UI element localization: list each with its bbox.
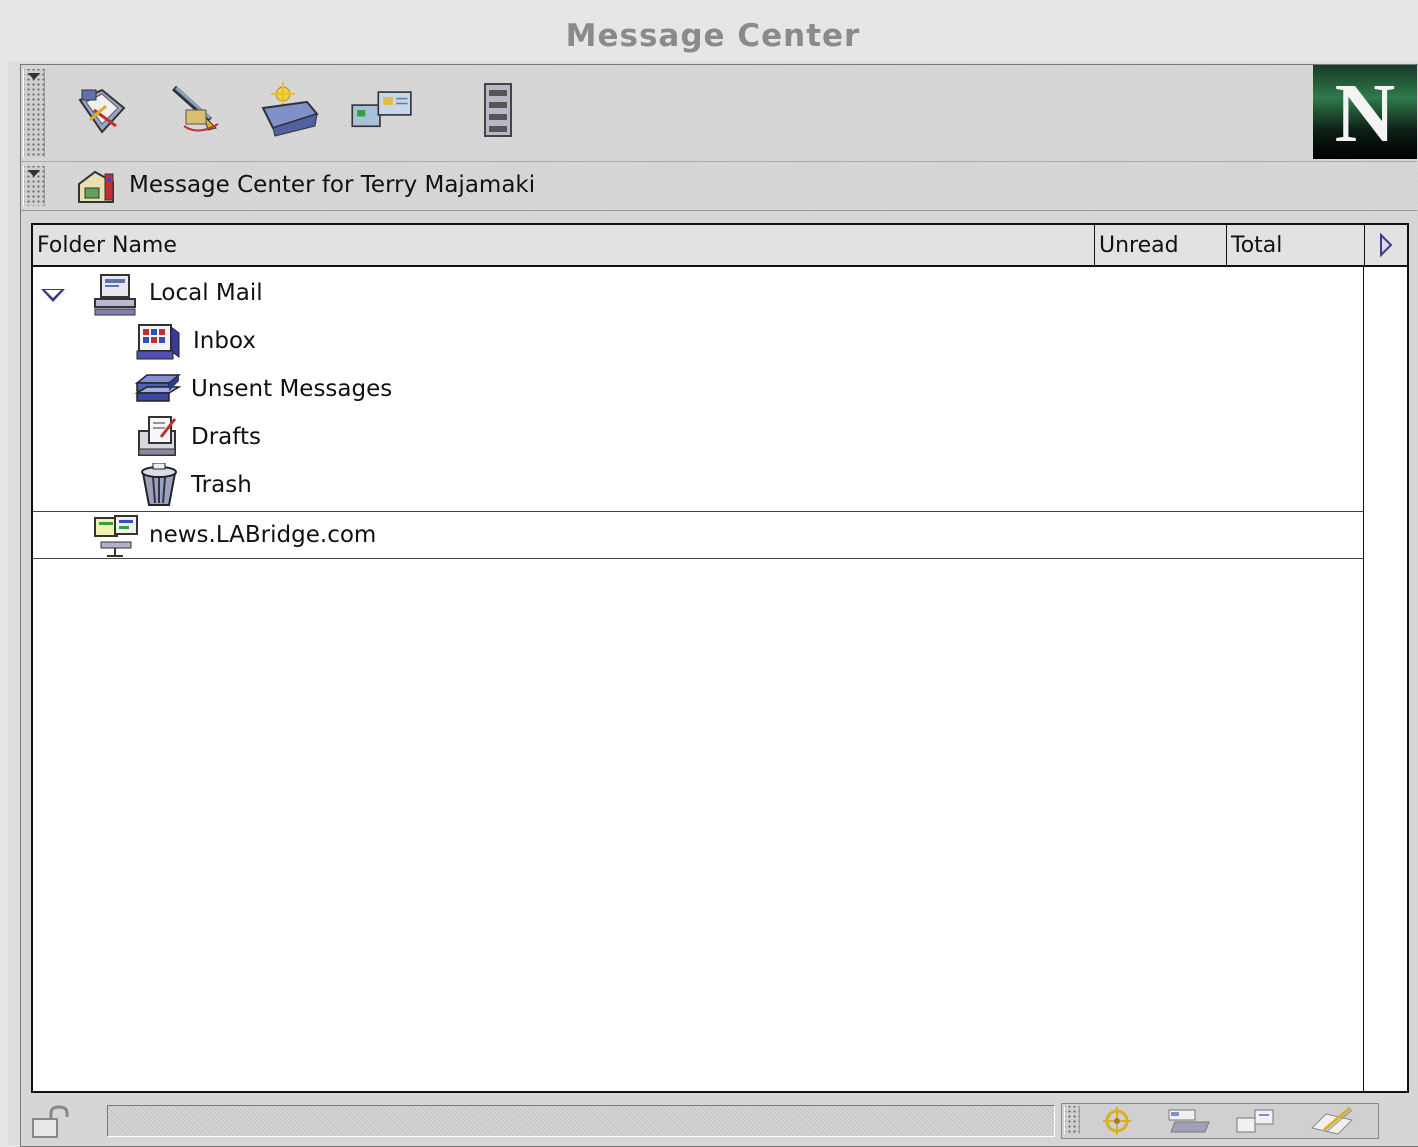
location-bar: Message Center for Terry Majamaki (21, 162, 1417, 211)
folder-label: Trash (191, 472, 252, 498)
newsgroups-button[interactable] (1232, 1106, 1282, 1136)
new-folder-button[interactable] (255, 77, 325, 143)
trash-icon (141, 463, 177, 506)
location-bar-grip[interactable] (23, 166, 45, 206)
column-label: Unread (1099, 232, 1179, 258)
message-center-window: Message Center N Message Center for Terr… (8, 10, 1418, 1147)
get-mail-button[interactable] (69, 77, 139, 143)
title-bar[interactable]: Message Center (8, 10, 1418, 62)
computer-icon (94, 274, 136, 316)
table-header: Folder Name Unread Total (33, 225, 1407, 267)
folder-row-local-mail[interactable]: Local Mail (33, 269, 1363, 317)
column-picker-button[interactable] (1365, 225, 1407, 265)
lock-icon[interactable] (29, 1105, 73, 1139)
folder-label: Drafts (191, 424, 261, 450)
status-bar (21, 1099, 1417, 1145)
column-divider (1363, 267, 1364, 1091)
folder-table: Folder Name Unread Total Local Mail Inbo… (31, 223, 1409, 1093)
logo-letter: N (1334, 67, 1396, 159)
navigator-button[interactable] (1092, 1106, 1142, 1136)
column-header-unread[interactable]: Unread (1095, 225, 1227, 265)
news-server-icon (94, 515, 138, 557)
address-book-button[interactable] (349, 77, 419, 143)
inbox-icon (136, 324, 180, 360)
arrow-right-icon (1380, 233, 1393, 257)
folder-label: news.LABridge.com (149, 522, 377, 548)
new-folder-icon (261, 82, 319, 137)
toolbar-grip[interactable] (23, 69, 45, 157)
stop-button[interactable] (463, 77, 533, 143)
mail-icon (1168, 1109, 1210, 1133)
progress-bar (107, 1105, 1055, 1137)
window-title: Message Center (565, 18, 861, 54)
column-label: Folder Name (37, 232, 177, 258)
folder-label: Unsent Messages (191, 376, 393, 402)
column-label: Total (1231, 232, 1283, 258)
folder-row-drafts[interactable]: Drafts (33, 413, 1363, 461)
folder-label: Local Mail (149, 280, 263, 306)
location-label: Message Center for Terry Majamaki (129, 172, 536, 198)
toolbar: N (21, 65, 1417, 162)
netscape-logo[interactable]: N (1313, 65, 1417, 159)
composer-icon (1311, 1106, 1353, 1135)
compose-icon (172, 85, 219, 132)
column-header-total[interactable]: Total (1227, 225, 1365, 265)
component-bar (1061, 1103, 1379, 1139)
mail-button[interactable] (1164, 1106, 1214, 1136)
composer-button[interactable] (1308, 1106, 1358, 1136)
folder-row-news-server[interactable]: news.LABridge.com (33, 511, 1363, 559)
stop-icon (484, 83, 512, 137)
folder-label: Inbox (193, 328, 256, 354)
folder-row-inbox[interactable]: Inbox (33, 317, 1363, 365)
folder-row-unsent-messages[interactable]: Unsent Messages (33, 365, 1363, 413)
drafts-icon (138, 416, 177, 456)
component-bar-grip[interactable] (1064, 1106, 1080, 1134)
column-header-folder-name[interactable]: Folder Name (33, 225, 1095, 265)
disclosure-triangle-icon[interactable] (41, 289, 65, 302)
window-frame: N Message Center for Terry Majamaki Fold… (20, 64, 1418, 1147)
message-center-icon (78, 170, 114, 203)
compose-button[interactable] (161, 77, 231, 143)
get-mail-icon (78, 88, 126, 134)
address-book-icon (351, 91, 412, 128)
unsent-messages-icon (135, 374, 181, 402)
newsgroups-icon (1236, 1109, 1274, 1133)
folder-row-trash[interactable]: Trash (33, 461, 1363, 509)
navigator-icon (1103, 1107, 1131, 1135)
